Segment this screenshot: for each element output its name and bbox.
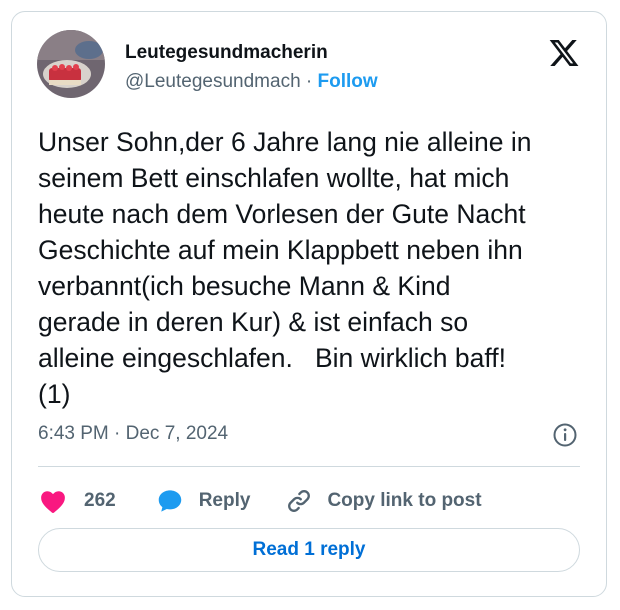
copy-link-button[interactable]: Copy link to post	[285, 487, 482, 515]
avatar[interactable]	[37, 30, 105, 98]
like-button[interactable]: 262	[38, 486, 116, 516]
link-icon	[285, 487, 313, 515]
like-count: 262	[84, 490, 116, 511]
handle-separator: ·	[305, 71, 313, 92]
author-handle-row: @Leutegesundmach · Follow	[125, 71, 378, 93]
x-logo-icon[interactable]	[548, 37, 580, 69]
tweet-timestamp[interactable]: 6:43 PM · Dec 7, 2024	[38, 423, 228, 445]
action-bar: 262 Reply Copy link to post	[38, 484, 482, 518]
reply-label: Reply	[198, 490, 251, 511]
info-icon[interactable]	[552, 422, 578, 448]
reply-button[interactable]: Reply	[155, 486, 251, 516]
read-replies-label: Read 1 reply	[252, 539, 366, 560]
author-handle[interactable]: @Leutegesundmach	[125, 71, 301, 92]
follow-button[interactable]: Follow	[318, 71, 378, 92]
tweet-text: Unser Sohn,der 6 Jahre lang nie alleine …	[38, 127, 532, 409]
heart-icon	[38, 486, 68, 516]
divider	[38, 466, 580, 467]
reply-bubble-icon	[155, 486, 185, 516]
copy-link-label: Copy link to post	[327, 490, 482, 511]
tweet-card: Leutegesundmacherin @Leutegesundmach · F…	[11, 11, 607, 597]
read-replies-button[interactable]: Read 1 reply	[38, 528, 580, 572]
author-display-name[interactable]: Leutegesundmacherin	[125, 42, 328, 64]
